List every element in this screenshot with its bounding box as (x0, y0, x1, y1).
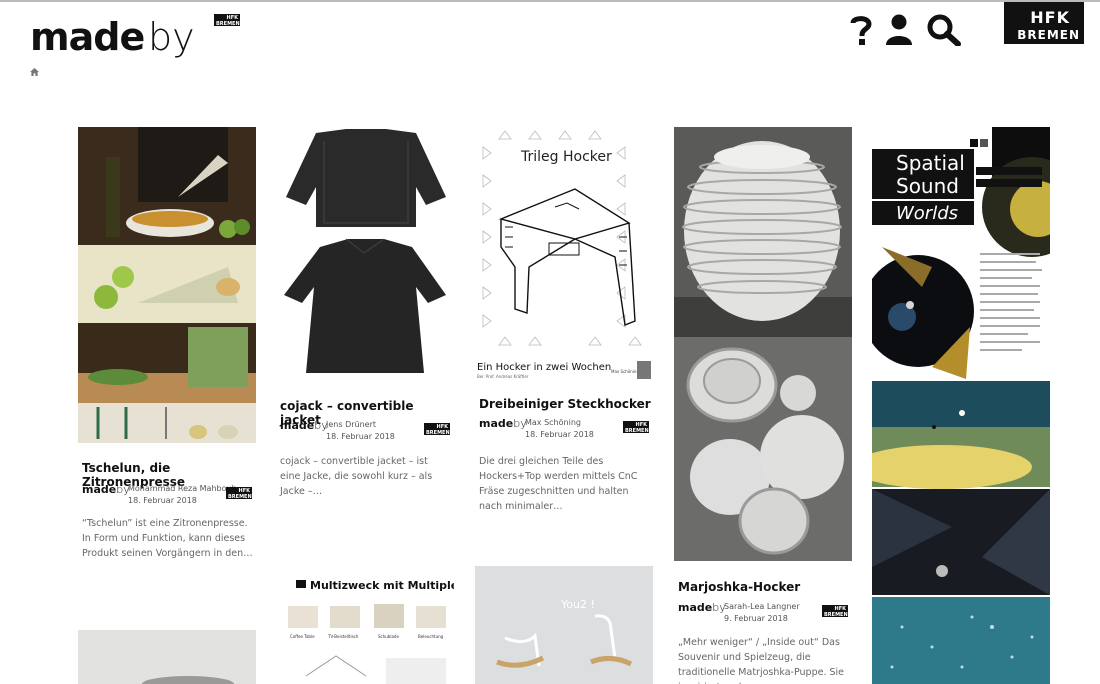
project-card-partial-1[interactable] (78, 630, 256, 684)
madeby-mini-logo: madeby (280, 419, 328, 432)
you2-image-title: You2 ! (560, 598, 595, 611)
top-border (0, 0, 1100, 2)
project-image-partial-1[interactable] (78, 630, 256, 684)
spatial-image-title-1: Spatial (896, 151, 965, 175)
card-date: 18. Februar 2018 (326, 432, 395, 441)
card-author[interactable]: Mohammad Reza Mahboub (128, 484, 237, 493)
user-icon[interactable] (885, 14, 913, 46)
spatial-image-title-2: Sound (896, 174, 959, 198)
project-image-marjoshka[interactable] (674, 127, 852, 561)
multizweck-label-4: Beleuchtung (418, 634, 444, 639)
project-image-spatial-sound[interactable]: Spatial Sound Worlds (872, 127, 1050, 684)
card-date: 18. Februar 2018 (128, 496, 197, 505)
steckhocker-image-subtitle: Ein Hocker in zwei Wochen (477, 362, 611, 373)
card-excerpt: “Tschelun” ist eine Zitronenpresse. In F… (82, 518, 253, 559)
project-card-multizweck[interactable]: Multizweck mit Multiplex. Coffee Table T… (276, 566, 454, 684)
madeby-mini-logo: madeby (479, 417, 527, 430)
project-image-cojack[interactable] (276, 127, 454, 385)
card-meta: madeby Jens Drünert 18. Februar 2018 HFK… (280, 417, 450, 449)
madeby-made: made (82, 483, 117, 496)
hfk-badge: HFK BREMEN (623, 421, 649, 434)
project-image-multizweck[interactable]: Multizweck mit Multiplex. Coffee Table T… (276, 566, 454, 684)
hfk-badge-bottom: BREMEN (824, 612, 848, 618)
hfk-badge: HFK BREMEN (226, 487, 252, 500)
project-card-steckhocker[interactable]: Trileg Hocker Ein Hocker in zwei Wochen … (475, 127, 653, 512)
card-title[interactable]: Dreibeiniger Steckhocker (479, 397, 653, 411)
project-card-cojack[interactable]: cojack – convertible jacket madeby Jens … (276, 127, 454, 497)
card-excerpt: Die drei gleichen Teile des Hockers+Top … (479, 456, 638, 512)
multizweck-label-2: TV-Beistelltisch (327, 634, 359, 639)
multizweck-image-title: Multizweck mit Multiplex. (310, 579, 454, 592)
multizweck-label-1: Coffee Table (290, 634, 315, 639)
hfk-bremen-logo[interactable]: HFK BREMEN (1004, 2, 1084, 44)
project-card-tschelun[interactable]: Tschelun, die Zitronenpresse madeby Moha… (78, 127, 256, 567)
hfk-badge-bottom: BREMEN (228, 494, 252, 500)
logo-hfk-badge-bottom: BREMEN (216, 21, 240, 27)
madeby-made: made (280, 419, 315, 432)
project-image-steckhocker[interactable]: Trileg Hocker Ein Hocker in zwei Wochen … (475, 127, 653, 381)
multizweck-label-3: Schublade (378, 634, 399, 639)
project-card-you2[interactable]: You2 ! (475, 566, 653, 684)
card-author[interactable]: Sarah-Lea Langner (724, 602, 800, 611)
project-card-marjoshka[interactable]: Marjoshka-Hocker madeby Sarah-Lea Langne… (674, 127, 852, 684)
steckhocker-image-title: Trileg Hocker (520, 149, 612, 165)
home-icon[interactable] (30, 68, 39, 76)
steckhocker-image-caption: Bei: Prof. Andreas Kräftler (477, 374, 529, 379)
card-author[interactable]: Max Schöning (525, 418, 581, 427)
hfk-badge-bottom: BREMEN (426, 430, 450, 436)
madeby-mini-logo: madeby (82, 483, 130, 496)
hfk-logo-bottom: BREMEN (1017, 28, 1080, 42)
logo-hfk-badge: HFK BREMEN (214, 14, 240, 27)
card-meta: madeby Max Schöning 18. Februar 2018 HFK… (479, 415, 649, 447)
search-icon[interactable] (927, 14, 961, 46)
card-author[interactable]: Jens Drünert (326, 420, 376, 429)
madeby-made: made (678, 601, 713, 614)
hfk-badge-bottom: BREMEN (625, 428, 649, 434)
project-image-tschelun[interactable] (78, 127, 256, 443)
project-card-spatial-sound[interactable]: Spatial Sound Worlds (872, 127, 1050, 684)
logo-by-text: by (148, 15, 195, 59)
logo-made-text: made (30, 15, 145, 59)
hfk-logo-top: HFK (1030, 8, 1070, 27)
card-meta: madeby Sarah-Lea Langner 9. Februar 2018… (678, 599, 848, 631)
madeby-mini-logo: madeby (678, 601, 726, 614)
card-excerpt: cojack – convertible jacket – ist eine J… (280, 456, 433, 497)
help-icon[interactable] (850, 14, 872, 46)
madeby-made: made (479, 417, 514, 430)
hfk-badge: HFK BREMEN (424, 423, 450, 436)
steckhocker-image-author: Max Schöning (611, 369, 639, 374)
hfk-badge: HFK BREMEN (822, 605, 848, 618)
project-image-you2[interactable]: You2 ! (475, 566, 653, 684)
spatial-image-title-3: Worlds (896, 203, 958, 224)
card-date: 9. Februar 2018 (724, 614, 788, 623)
card-title[interactable]: Marjoshka-Hocker (678, 580, 852, 594)
card-excerpt: „Mehr weniger“ / „Inside out“ Das Souven… (678, 637, 845, 684)
card-date: 18. Februar 2018 (525, 430, 594, 439)
card-meta: madeby Mohammad Reza Mahboub 18. Februar… (82, 481, 252, 513)
